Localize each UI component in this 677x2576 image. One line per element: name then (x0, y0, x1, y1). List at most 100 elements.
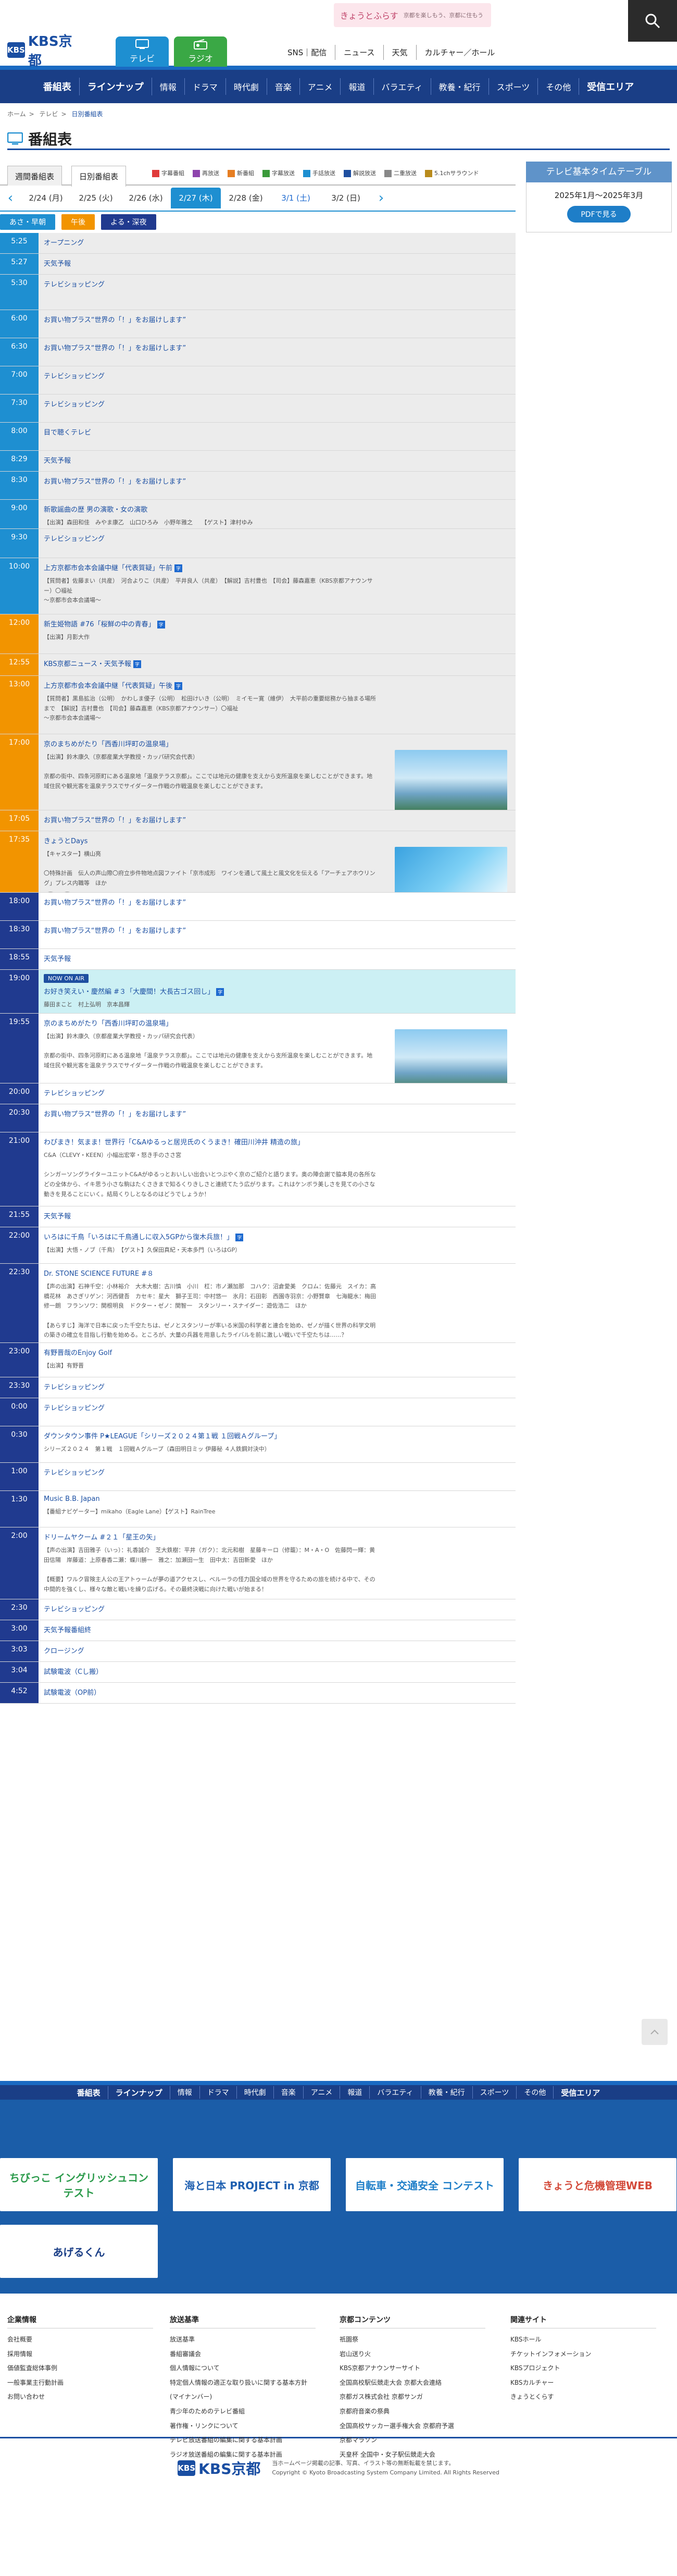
program-row[interactable]: 21:55 天気予報 (0, 1206, 516, 1227)
program-row[interactable]: 6:30 お買い物プラス“世界の「！」をお届けします” (0, 338, 516, 366)
program-title[interactable]: 天気予報 (44, 455, 510, 465)
program-title[interactable]: いろはに千鳥「いろはに千鳥通しに収入5GPから復木兵旅！」字 (44, 1231, 510, 1241)
program-title[interactable]: お買い物プラス“世界の「！」をお届けします” (44, 897, 510, 907)
program-title[interactable]: 試験電波（Cし搬） (44, 1666, 510, 1676)
tab-daily[interactable]: 日別番組表 (71, 166, 127, 187)
program-row[interactable]: 17:35 きょうとDays 【キャスター】横山亮 〇特殊計画 伝人の声山際〇府立歩… (0, 831, 516, 893)
program-row[interactable]: 3:03 クロージング (0, 1641, 516, 1662)
program-title[interactable]: 上方京都市会本会議中継「代表質疑」午後字 (44, 680, 510, 690)
program-row[interactable]: 20:00 テレビショッピング (0, 1083, 516, 1104)
tab-weekly[interactable]: 週間番組表 (7, 166, 62, 186)
program-row[interactable]: 4:52 試験電波（OP前） (0, 1683, 516, 1704)
date-tab[interactable]: 2/28 (金) (221, 188, 271, 208)
program-row[interactable]: 6:00 お買い物プラス“世界の「！」をお届けします” (0, 310, 516, 338)
timebar-button[interactable]: 午後 (61, 214, 95, 230)
program-title[interactable]: お買い物プラス“世界の「！」をお届けします” (44, 1108, 510, 1118)
program-row[interactable]: 2:30 テレビショッピング (0, 1599, 516, 1620)
footer-link[interactable]: 京都マラソン (340, 2433, 485, 2448)
program-title[interactable]: テレビショッピング (44, 1467, 510, 1477)
program-row[interactable]: 17:00 京のまちめがたり「西香川坪町の温泉場」 【出演】鈴木康久（京都産業大学教… (0, 734, 516, 810)
program-row[interactable]: 20:30 お買い物プラス“世界の「！」をお届けします” (0, 1104, 516, 1132)
nav-item[interactable]: 報道 (340, 2086, 370, 2099)
program-title[interactable]: お買い物プラス“世界の「！」をお届けします” (44, 314, 510, 324)
program-row[interactable]: 23:00 有野晋哉のEnjoy Golf 【出演】有野晋 (0, 1343, 516, 1377)
footer-link[interactable]: KBSホール (510, 2333, 656, 2347)
nav-item[interactable]: アニメ (304, 2086, 341, 2099)
program-row[interactable]: 0:00 テレビショッピング (0, 1398, 516, 1426)
program-title[interactable]: 目で聴くテレビ (44, 427, 510, 437)
program-title[interactable]: 天気予報 (44, 1211, 510, 1221)
program-title[interactable]: テレビショッピング (44, 279, 510, 289)
program-row[interactable]: 12:55 KBS京都ニュース・天気予報字 (0, 654, 516, 676)
nav-item[interactable]: 情報 (152, 78, 185, 95)
program-title[interactable]: 天気予報番組終 (44, 1624, 510, 1634)
promo-bicycle[interactable]: 自転車・交通安全 コンテスト (346, 2158, 504, 2211)
program-title[interactable]: テレビショッピング (44, 533, 510, 543)
program-title[interactable]: KBS京都ニュース・天気予報字 (44, 658, 510, 668)
program-title[interactable]: 新歌謡曲の歴 男の演歌・女の演歌 (44, 504, 510, 514)
promo-crisis[interactable]: きょうと危機管理WEB (519, 2158, 676, 2211)
link-weather[interactable]: 天気 (384, 45, 417, 60)
footer-link[interactable]: 祇園祭 (340, 2333, 485, 2347)
nav-item[interactable]: 時代劇 (226, 78, 267, 95)
nav-item[interactable]: ドラマ (200, 2086, 237, 2099)
program-title[interactable]: Music B.B. Japan (44, 1495, 510, 1503)
program-title[interactable]: ドリームヤクーム #２１「星王の矢」 (44, 1532, 510, 1542)
program-row[interactable]: 7:00 テレビショッピング (0, 366, 516, 395)
program-thumbnail[interactable] (395, 1029, 507, 1083)
link-culture[interactable]: カルチャー／ホール (417, 45, 504, 60)
link-sns[interactable]: SNS｜配信 (279, 45, 336, 60)
program-title[interactable]: テレビショッピング (44, 1382, 510, 1391)
footer-link[interactable]: 著作権・リンクについて (170, 2419, 316, 2434)
prev-arrow-icon[interactable]: ‹ (0, 190, 21, 206)
program-row[interactable]: 10:00 上方京都市会本会議中継「代表質疑」午前字【質問者】佐藤まい（共産） 河… (0, 558, 516, 614)
program-title[interactable]: オープニング (44, 237, 510, 247)
footer-link[interactable]: ラジオ放送番組の編集に関する基本計画 (170, 2448, 316, 2462)
program-row[interactable]: 5:30 テレビショッピング (0, 275, 516, 310)
tab-radio[interactable]: ラジオ (174, 36, 227, 67)
program-row[interactable]: 22:00 いろはに千鳥「いろはに千鳥通しに収入5GPから復木兵旅！」字【出演】大… (0, 1227, 516, 1264)
program-row[interactable]: 3:04 試験電波（Cし搬） (0, 1662, 516, 1683)
link-news[interactable]: ニュース (335, 45, 384, 60)
nav-item[interactable]: 受信エリア (554, 2086, 607, 2099)
date-tab[interactable]: 2/26 (水) (121, 188, 171, 208)
program-title[interactable]: 京のまちめがたり「西香川坪町の温泉場」 (44, 738, 510, 748)
footer-link[interactable]: きょうとくらす (510, 2390, 656, 2405)
footer-link[interactable]: 放送基準 (170, 2333, 316, 2347)
nav-item[interactable]: バラエティ (374, 78, 431, 95)
program-title[interactable]: お好き笑えい・慶然編 #３「大慶間！大長古ゴス回し」字 (44, 986, 510, 996)
program-row[interactable]: 19:00 NOW ON AIR お好き笑えい・慶然編 #３「大慶間！大長古ゴス回し… (0, 970, 516, 1014)
program-title[interactable]: お買い物プラス“世界の「！」をお届けします” (44, 476, 510, 486)
nav-item[interactable]: 報道 (341, 78, 374, 95)
footer-link[interactable]: 特定個人情報の適正な取り扱いに関する基本方針(マイナンバー) (170, 2376, 316, 2405)
nav-item[interactable]: 時代劇 (237, 2086, 274, 2099)
program-row[interactable]: 8:00 目で聴くテレビ (0, 423, 516, 451)
footer-link[interactable]: 会社概要 (7, 2333, 153, 2347)
program-row[interactable]: 23:30 テレビショッピング (0, 1377, 516, 1398)
footer-link[interactable]: 一般事業主行動計画 (7, 2376, 153, 2390)
nav-item[interactable]: 番組表 (35, 78, 80, 95)
program-title[interactable]: 上方京都市会本会議中継「代表質疑」午前字 (44, 562, 510, 572)
footer-link[interactable]: 採用情報 (7, 2347, 153, 2362)
program-title[interactable]: お買い物プラス“世界の「！」をお届けします” (44, 342, 510, 352)
nav-item[interactable]: アニメ (300, 78, 341, 95)
tab-tv[interactable]: テレビ (116, 36, 169, 67)
nav-item[interactable]: 番組表 (70, 2086, 108, 2099)
program-title[interactable]: Dr. STONE SCIENCE FUTURE #８ (44, 1268, 510, 1278)
program-row[interactable]: 21:00 わぴまき！気まま！世界行「C&Aゆるっと居児氏のくうまき！確田川沖井 … (0, 1132, 516, 1206)
nav-item[interactable]: ラインナップ (80, 78, 152, 95)
footer-link[interactable]: KBS京都アナウンサーサイト (340, 2361, 485, 2376)
footer-link[interactable]: 価値監査総体事例 (7, 2361, 153, 2376)
program-row[interactable]: 1:30 Music B.B. Japan 【番組ナビゲーター】mikaho（Eag… (0, 1491, 516, 1527)
promo-ageruku[interactable]: あげるくん (0, 2225, 158, 2278)
program-row[interactable]: 1:00 テレビショッピング (0, 1463, 516, 1491)
program-row[interactable]: 18:30 お買い物プラス“世界の「！」をお届けします” (0, 921, 516, 949)
nav-item[interactable]: 受信エリア (579, 78, 642, 95)
program-thumbnail[interactable] (395, 847, 507, 892)
program-title[interactable]: お買い物プラス“世界の「！」をお届けします” (44, 925, 510, 935)
search-button[interactable] (628, 0, 677, 42)
timebar-button[interactable]: よる・深夜 (101, 214, 156, 230)
program-title[interactable]: 京のまちめがたり「西香川坪町の温泉場」 (44, 1018, 510, 1028)
footer-link[interactable]: 青少年のためのテレビ番組 (170, 2405, 316, 2419)
footer-link[interactable]: 全国高校駅伝競走大会 京都大会連絡 (340, 2376, 485, 2390)
